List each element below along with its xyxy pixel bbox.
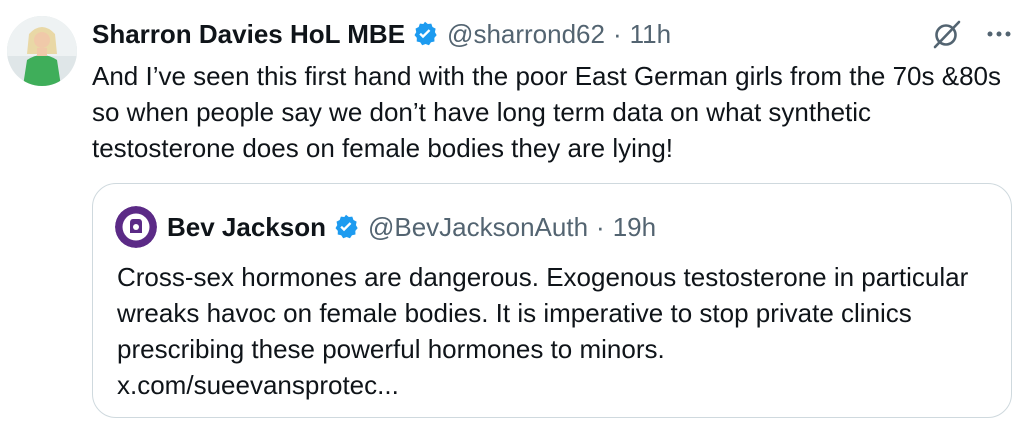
more-icon[interactable] (986, 30, 1012, 38)
quote-header: Bev Jackson @BevJacksonAuth · 19h (167, 207, 656, 247)
verified-badge-icon[interactable] (411, 20, 439, 48)
tweet-text: And I’ve seen this first hand with the p… (92, 61, 1001, 163)
quote-author-avatar[interactable] (115, 206, 157, 248)
separator-dot: · (596, 211, 605, 242)
quote-text: Cross-sex hormones are dangerous. Exogen… (117, 262, 969, 364)
author-name[interactable]: Sharron Davies HoL MBE (92, 19, 405, 50)
author-avatar-image (7, 16, 77, 86)
quote-author-name[interactable]: Bev Jackson (167, 212, 326, 243)
author-avatar[interactable] (7, 16, 77, 86)
quote-text-container: Cross-sex hormones are dangerous. Exogen… (117, 259, 987, 403)
tweet-timestamp[interactable]: 11h (630, 19, 671, 50)
verified-badge-icon[interactable] (332, 213, 360, 241)
quote-author-handle[interactable]: @BevJacksonAuth (368, 212, 588, 243)
separator-dot: · (612, 18, 622, 49)
quote-avatar-logo (115, 206, 157, 248)
grok-icon[interactable] (930, 17, 964, 51)
quoted-tweet[interactable]: Bev Jackson @BevJacksonAuth · 19h Cross-… (92, 183, 1012, 418)
quote-link[interactable]: x.com/sueevansprotec... (117, 367, 987, 403)
quote-timestamp[interactable]: 19h (613, 212, 656, 243)
author-handle[interactable]: @sharrond62 (447, 19, 605, 50)
tweet-header: Sharron Davies HoL MBE @sharrond62 · 11h (92, 14, 671, 54)
tweet-toolbar (930, 16, 1012, 52)
